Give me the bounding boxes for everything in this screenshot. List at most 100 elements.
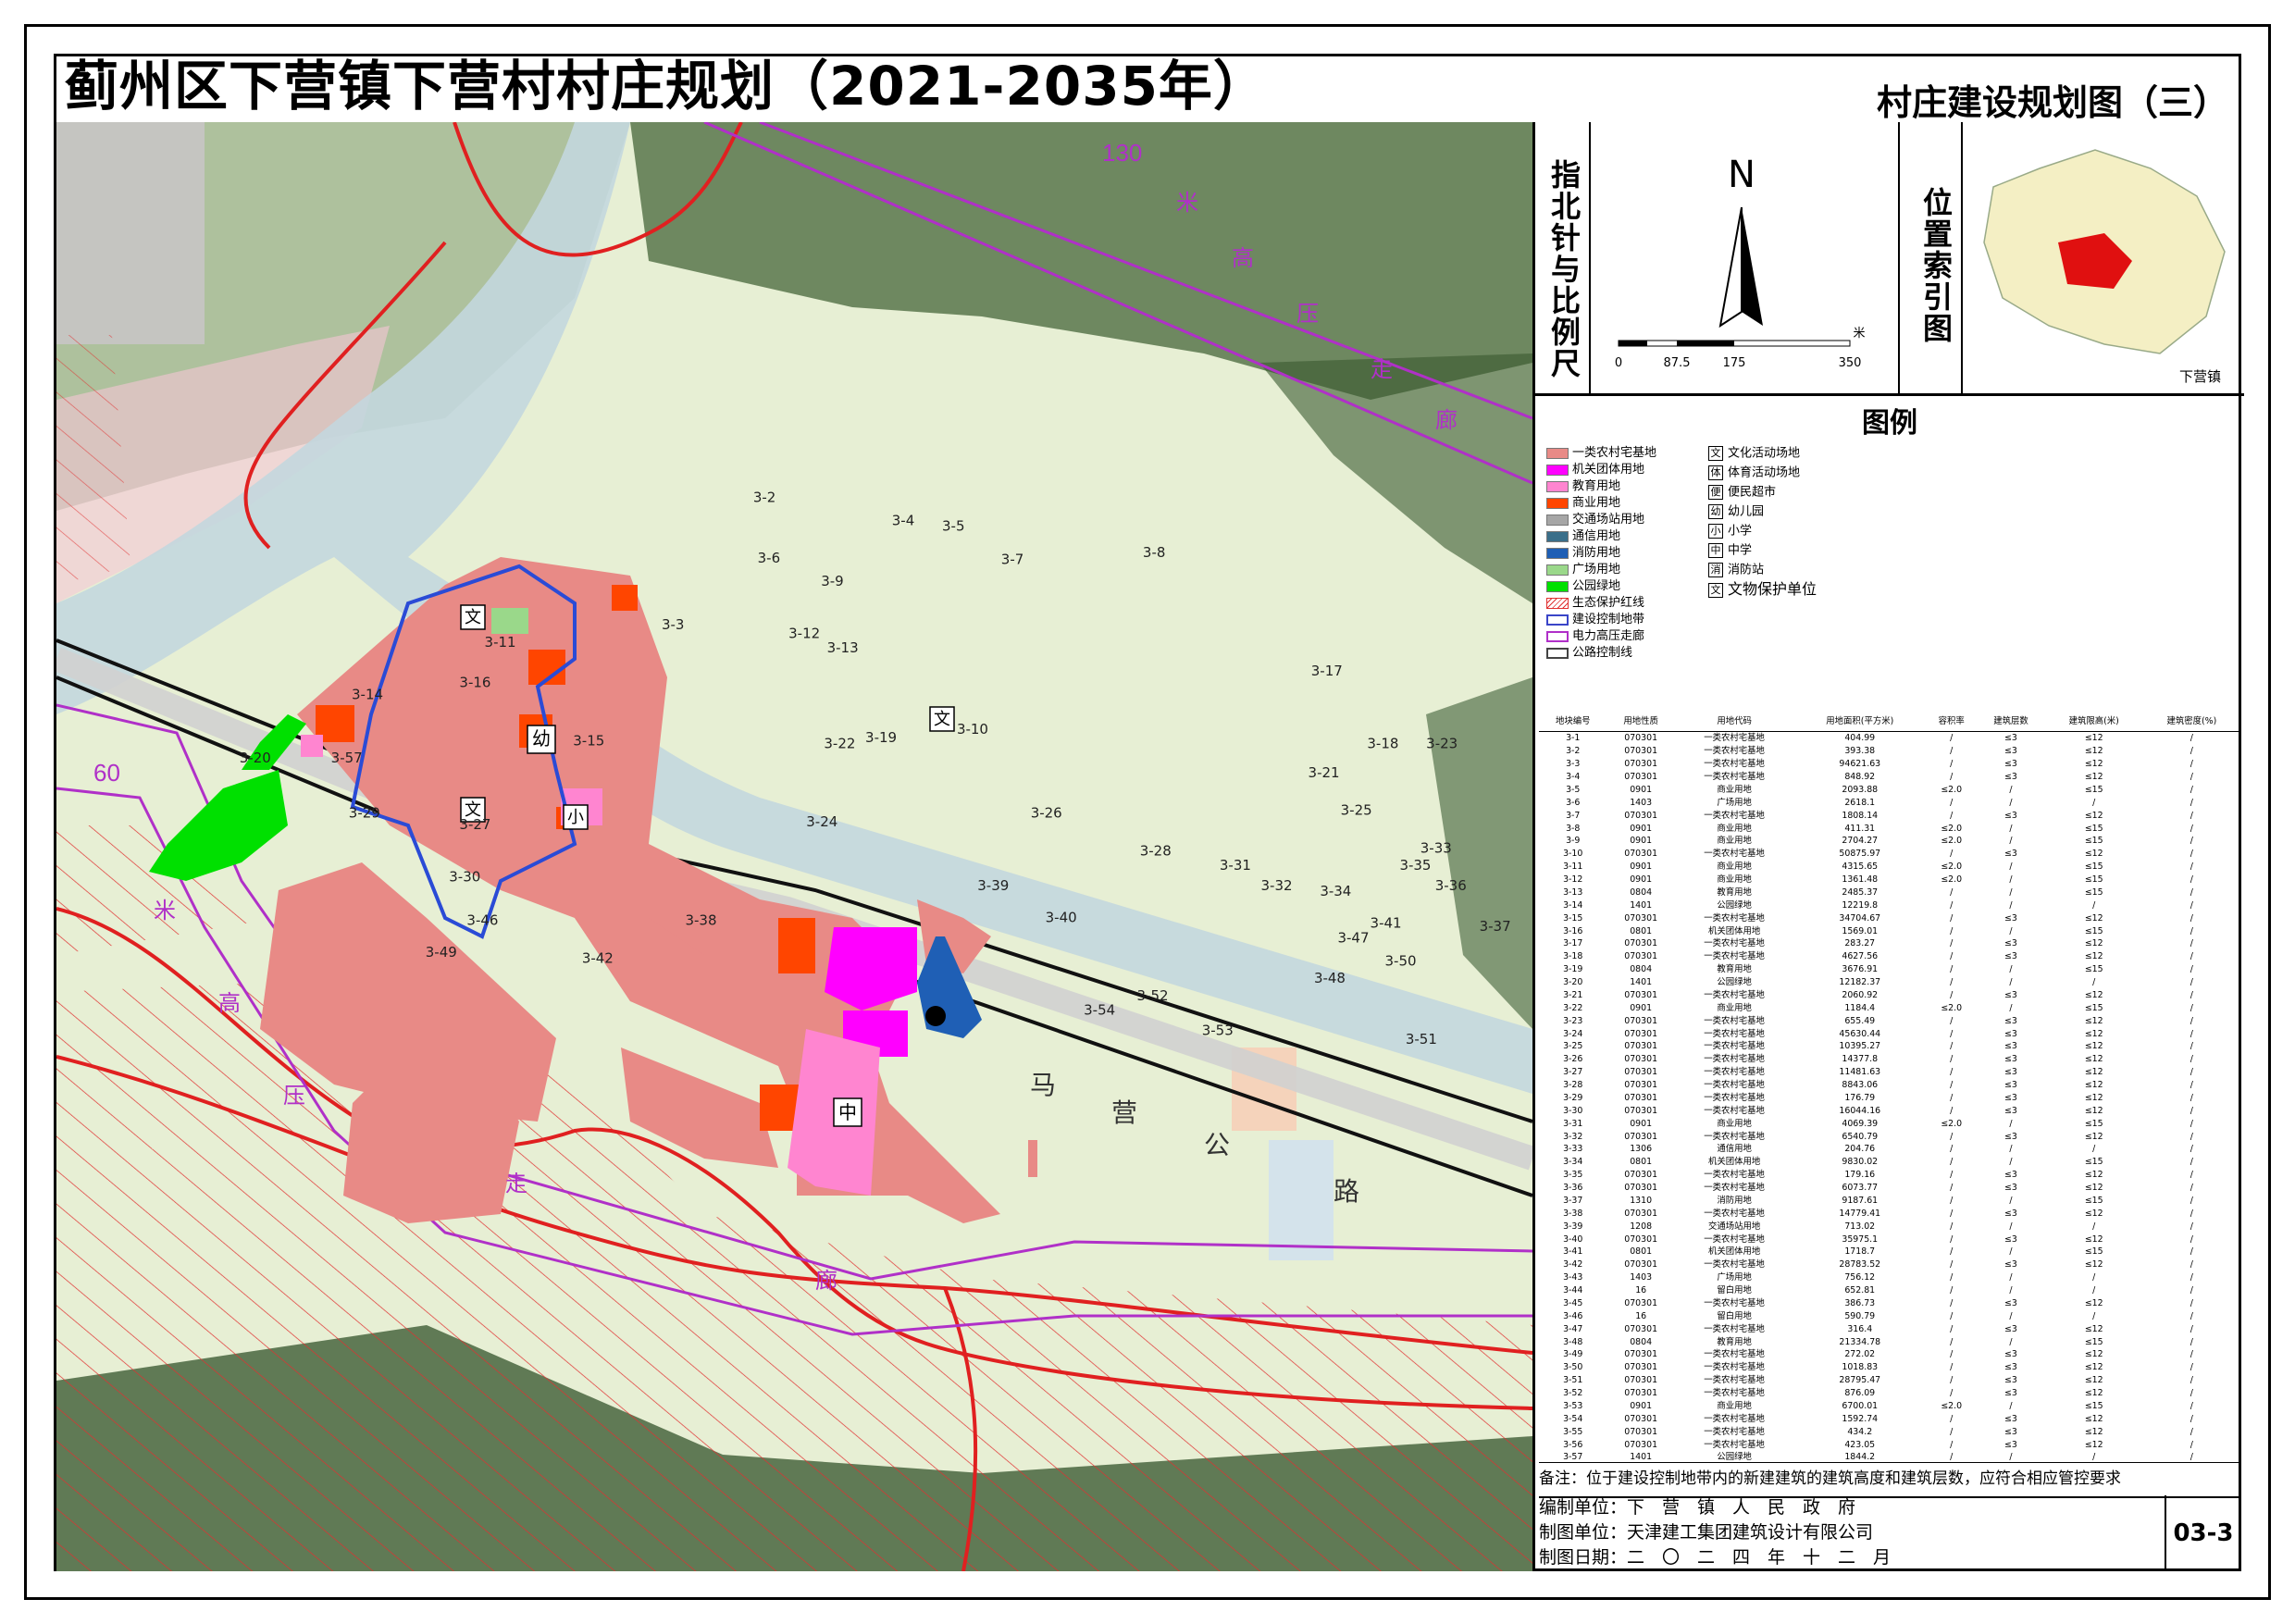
table-cell: ≤15 — [2084, 836, 2103, 847]
table-cell: 94621.63 — [1839, 759, 1881, 770]
parcel-3-31-commercial[interactable] — [778, 918, 815, 973]
table-row: 3-17 070301 一类农村宅基地 283.27 / ≤3 ≤12 / — [1539, 937, 2240, 950]
table-cell: / — [1950, 1259, 1954, 1271]
table-cell: 3-17 — [1563, 938, 1583, 949]
table-cell: / — [2190, 874, 2193, 886]
table-cell: 3-31 — [1563, 1118, 1583, 1129]
table-cell: ≤3 — [2004, 989, 2017, 1000]
table-cell: 070301 — [1624, 1388, 1658, 1399]
table-cell: 一类农村宅基地 — [1704, 1439, 1765, 1450]
table-cell: 756.12 — [1844, 1272, 1876, 1283]
table-cell: 机关团体用地 — [1707, 925, 1761, 936]
table-cell: 3-21 — [1563, 989, 1583, 1000]
table-cell: ≤3 — [2004, 1439, 2017, 1450]
table-row: 3-11 0901 商业用地 4315.65 ≤2.0 / ≤15 / — [1539, 861, 2240, 874]
parcel-label: 3-17 — [1311, 663, 1343, 679]
table-row: 3-42 070301 一类农村宅基地 28783.52 / ≤3 ≤12 / — [1539, 1258, 2240, 1271]
legend-kindergarten-icon: 幼幼儿园 — [1708, 504, 1764, 519]
table-cell: / — [2190, 784, 2193, 795]
parcel-table: 地块编号 用地性质 用地代码 用地面积(平方米) 容积率 建筑层数 建筑限高(米… — [1539, 709, 2240, 1464]
map-svg[interactable]: 130 米 高 压 走 廊 60 米 高 压 走 廊 马 营 公 路 文 文 文… — [56, 122, 1532, 1571]
table-cell: 商业用地 — [1717, 1118, 1752, 1129]
parcel-3-6-plaza[interactable] — [491, 608, 528, 634]
parcel-label: 3-51 — [1406, 1031, 1437, 1048]
table-cell: / — [2190, 1080, 2193, 1091]
table-cell: 一类农村宅基地 — [1704, 1131, 1765, 1142]
table-cell: 3-33 — [1563, 1144, 1583, 1155]
table-cell: 3-54 — [1563, 1413, 1583, 1424]
table-row: 3-52 070301 一类农村宅基地 876.09 / ≤3 ≤12 / — [1539, 1387, 2240, 1400]
parcel-3-55-residential[interactable] — [1028, 1140, 1037, 1177]
table-cell: ≤12 — [2084, 912, 2103, 924]
table-cell: ≤15 — [2084, 1002, 2103, 1013]
table-cell: 商业用地 — [1717, 836, 1752, 847]
table-cell: 393.38 — [1844, 746, 1876, 757]
table-cell: / — [2190, 1170, 2193, 1181]
table-cell: 一类农村宅基地 — [1704, 759, 1765, 770]
table-cell: 6073.77 — [1842, 1183, 1879, 1194]
sheet-number: 03-3 — [2165, 1495, 2240, 1571]
table-cell: 0901 — [1630, 836, 1653, 847]
table-cell: 070301 — [1624, 989, 1658, 1000]
table-cell: 一类农村宅基地 — [1704, 1080, 1765, 1091]
table-cell: / — [2009, 1246, 2013, 1258]
table-cell: ≤3 — [2004, 1233, 2017, 1245]
table-cell: ≤3 — [2004, 733, 2017, 744]
table-cell: 3-40 — [1563, 1233, 1583, 1245]
table-cell: 3-4 — [1566, 772, 1581, 783]
corridor-label-5: 走 — [1371, 357, 1393, 382]
table-cell: 3-45 — [1563, 1297, 1583, 1308]
table-cell: / — [2190, 1336, 2193, 1347]
parcel-label: 3-41 — [1371, 915, 1402, 932]
table-cell: 1306 — [1630, 1144, 1653, 1155]
table-cell: / — [1950, 1221, 1954, 1232]
table-cell: 0901 — [1630, 784, 1653, 795]
table-cell: / — [1950, 733, 1954, 744]
parcel-label: 3-53 — [1202, 1023, 1234, 1039]
table-cell: / — [2190, 772, 2193, 783]
corridor-label-2: 米 — [1176, 191, 1198, 216]
table-cell: 590.79 — [1844, 1310, 1876, 1321]
table-cell: 3-43 — [1563, 1272, 1583, 1283]
table-cell: 机关团体用地 — [1707, 1157, 1761, 1168]
corridor-left-label-5: 走 — [505, 1172, 527, 1196]
table-cell: / — [2009, 1221, 2013, 1232]
parcel-label: 3-23 — [1426, 736, 1458, 752]
scale-seg-1 — [1619, 341, 1647, 346]
table-cell: ≤12 — [2084, 1080, 2103, 1091]
table-cell: ≤3 — [2004, 1208, 2017, 1219]
svg-text:文: 文 — [465, 608, 481, 627]
locator-town-label: 下营镇 — [2179, 368, 2221, 385]
map-canvas[interactable]: 130 米 高 压 走 廊 60 米 高 压 走 廊 马 营 公 路 文 文 文… — [56, 122, 1532, 1571]
table-row: 3-23 070301 一类农村宅基地 655.49 / ≤3 ≤12 / — [1539, 1014, 2240, 1027]
table-cell: 一类农村宅基地 — [1704, 1170, 1765, 1181]
table-cell: ≤12 — [2084, 1028, 2103, 1039]
parcel-label: 3-14 — [352, 686, 383, 702]
table-cell: 广场用地 — [1717, 797, 1752, 808]
table-cell: 316.4 — [1847, 1323, 1873, 1334]
table-cell: 35975.1 — [1842, 1233, 1879, 1245]
table-cell: ≤12 — [2084, 951, 2103, 962]
credits: 编制单位：下 营 镇 人 民 政 府 制图单位：天津建工集团建筑设计有限公司 制… — [1539, 1495, 2240, 1571]
table-cell: ≤12 — [2084, 1067, 2103, 1078]
scale-tick-2: 175 — [1723, 356, 1746, 370]
road-label-3: 公 — [1204, 1131, 1230, 1159]
table-cell: 1403 — [1630, 1272, 1653, 1283]
table-cell: / — [2009, 964, 2013, 975]
table-row: 3-1 070301 一类农村宅基地 404.99 / ≤3 ≤12 / — [1539, 732, 2240, 745]
table-cell: / — [1950, 1272, 1954, 1283]
legend-item-commercial: 商业用地 — [1546, 496, 1620, 511]
table-cell: 一类农村宅基地 — [1704, 989, 1765, 1000]
table-cell: / — [1950, 899, 1954, 911]
table-cell: 0801 — [1630, 925, 1653, 936]
parcel-3-16-education[interactable] — [301, 735, 323, 757]
table-cell: ≤12 — [2084, 1388, 2103, 1399]
corridor-left-label-2: 米 — [154, 899, 176, 924]
table-cell: 070301 — [1624, 772, 1658, 783]
table-cell: 070301 — [1624, 1092, 1658, 1103]
parcel-label: 3-18 — [1367, 736, 1398, 752]
table-cell: ≤3 — [2004, 1067, 2017, 1078]
parcel-label: 3-13 — [827, 639, 859, 656]
parcel-3-5-commercial[interactable] — [612, 585, 638, 611]
table-cell: 070301 — [1624, 733, 1658, 744]
